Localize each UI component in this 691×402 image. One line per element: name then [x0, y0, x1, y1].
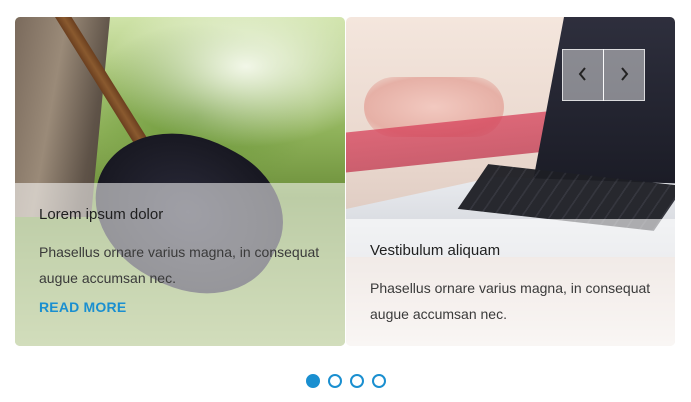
- chevron-left-icon: [577, 65, 589, 86]
- carousel-next-button[interactable]: [603, 49, 645, 101]
- card-description: Phasellus ornare varius magna, in conseq…: [370, 280, 651, 322]
- pagination-dot[interactable]: [371, 374, 386, 388]
- card-title: Lorem ipsum dolor: [39, 206, 164, 223]
- card-description: Phasellus ornare varius magna, in conseq…: [39, 244, 320, 286]
- card-caption: Vestibulum aliquam Phasellus ornare vari…: [346, 219, 675, 346]
- pagination-dot[interactable]: [305, 374, 320, 388]
- carousel-pagination: [0, 374, 691, 388]
- chevron-right-icon: [618, 65, 630, 86]
- card-caption: Lorem ipsum dolor Phasellus ornare variu…: [15, 183, 345, 346]
- laptop-screen: [531, 17, 675, 192]
- read-more-link[interactable]: READ MORE: [39, 299, 126, 315]
- carousel-card-1[interactable]: Lorem ipsum dolor Phasellus ornare variu…: [15, 17, 345, 346]
- carousel-prev-button[interactable]: [562, 49, 604, 101]
- pagination-dot[interactable]: [349, 374, 364, 388]
- card-title: Vestibulum aliquam: [370, 242, 501, 259]
- pagination-dot[interactable]: [327, 374, 342, 388]
